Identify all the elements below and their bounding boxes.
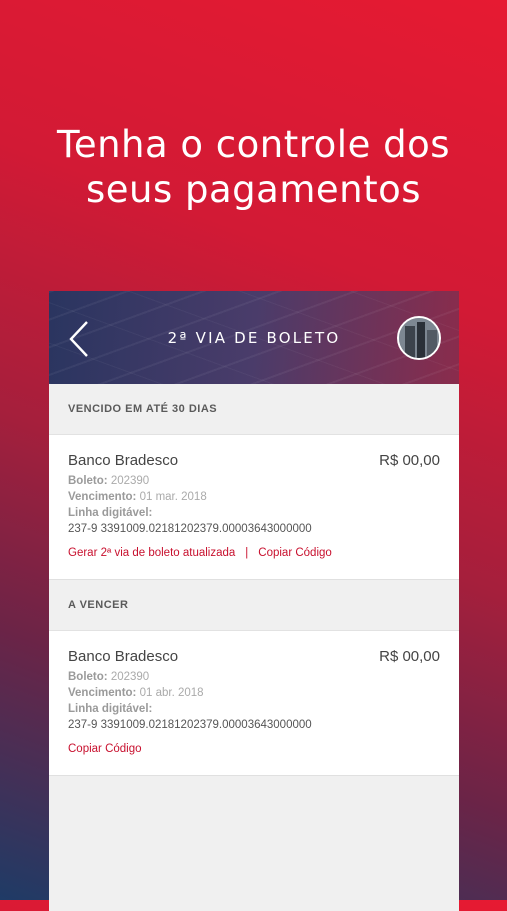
boleto-value: 202390	[110, 475, 150, 487]
list-item: Banco Bradesco R$ 00,00 Boleto: 202390 V…	[49, 631, 459, 776]
app-header: 2ª VIA DE BOLETO	[49, 291, 459, 384]
headline-line-1: Tenha o controle dos	[57, 123, 450, 166]
boleto-row: Boleto: 202390	[68, 475, 440, 487]
amount: R$ 00,00	[379, 452, 440, 469]
boleto-label: Boleto:	[68, 475, 108, 487]
linha-digitavel: 237-9 3391009.02181202379.00003643000000	[68, 523, 312, 535]
list-item: Banco Bradesco R$ 00,00 Boleto: 202390 V…	[49, 435, 459, 580]
copy-code-link[interactable]: Copiar Código	[258, 547, 332, 559]
boleto-value: 202390	[110, 671, 150, 683]
boleto-label: Boleto:	[68, 671, 108, 683]
amount: R$ 00,00	[379, 648, 440, 665]
boleto-row: Boleto: 202390	[68, 671, 440, 683]
phone-card: 2ª VIA DE BOLETO VENCIDO EM ATÉ 30 DIAS …	[49, 291, 459, 911]
copy-code-link[interactable]: Copiar Código	[68, 743, 142, 755]
vencimento-row: Vencimento: 01 abr. 2018	[68, 687, 440, 699]
section-upcoming-title: A VENCER	[49, 580, 459, 631]
section-overdue-title: VENCIDO EM ATÉ 30 DIAS	[49, 384, 459, 435]
avatar[interactable]	[397, 316, 441, 360]
vencimento-label: Vencimento:	[68, 687, 137, 699]
linha-row: Linha digitável:	[68, 703, 440, 715]
vencimento-value: 01 abr. 2018	[139, 687, 204, 699]
action-separator: |	[245, 547, 249, 559]
linha-label: Linha digitável:	[68, 507, 153, 519]
generate-boleto-link[interactable]: Gerar 2ª via de boleto atualizada	[68, 547, 235, 559]
vencimento-label: Vencimento:	[68, 491, 137, 503]
item-actions: Copiar Código	[68, 743, 440, 755]
avatar-image	[399, 318, 439, 358]
linha-digitavel: 237-9 3391009.02181202379.00003643000000	[68, 719, 312, 731]
vencimento-row: Vencimento: 01 mar. 2018	[68, 491, 440, 503]
headline: Tenha o controle dos seus pagamentos	[0, 122, 507, 212]
item-actions: Gerar 2ª via de boleto atualizada | Copiar…	[68, 547, 440, 559]
linha-row: Linha digitável:	[68, 507, 440, 519]
vencimento-value: 01 mar. 2018	[139, 491, 207, 503]
linha-label: Linha digitável:	[68, 703, 153, 715]
headline-line-2: seus pagamentos	[85, 168, 422, 211]
